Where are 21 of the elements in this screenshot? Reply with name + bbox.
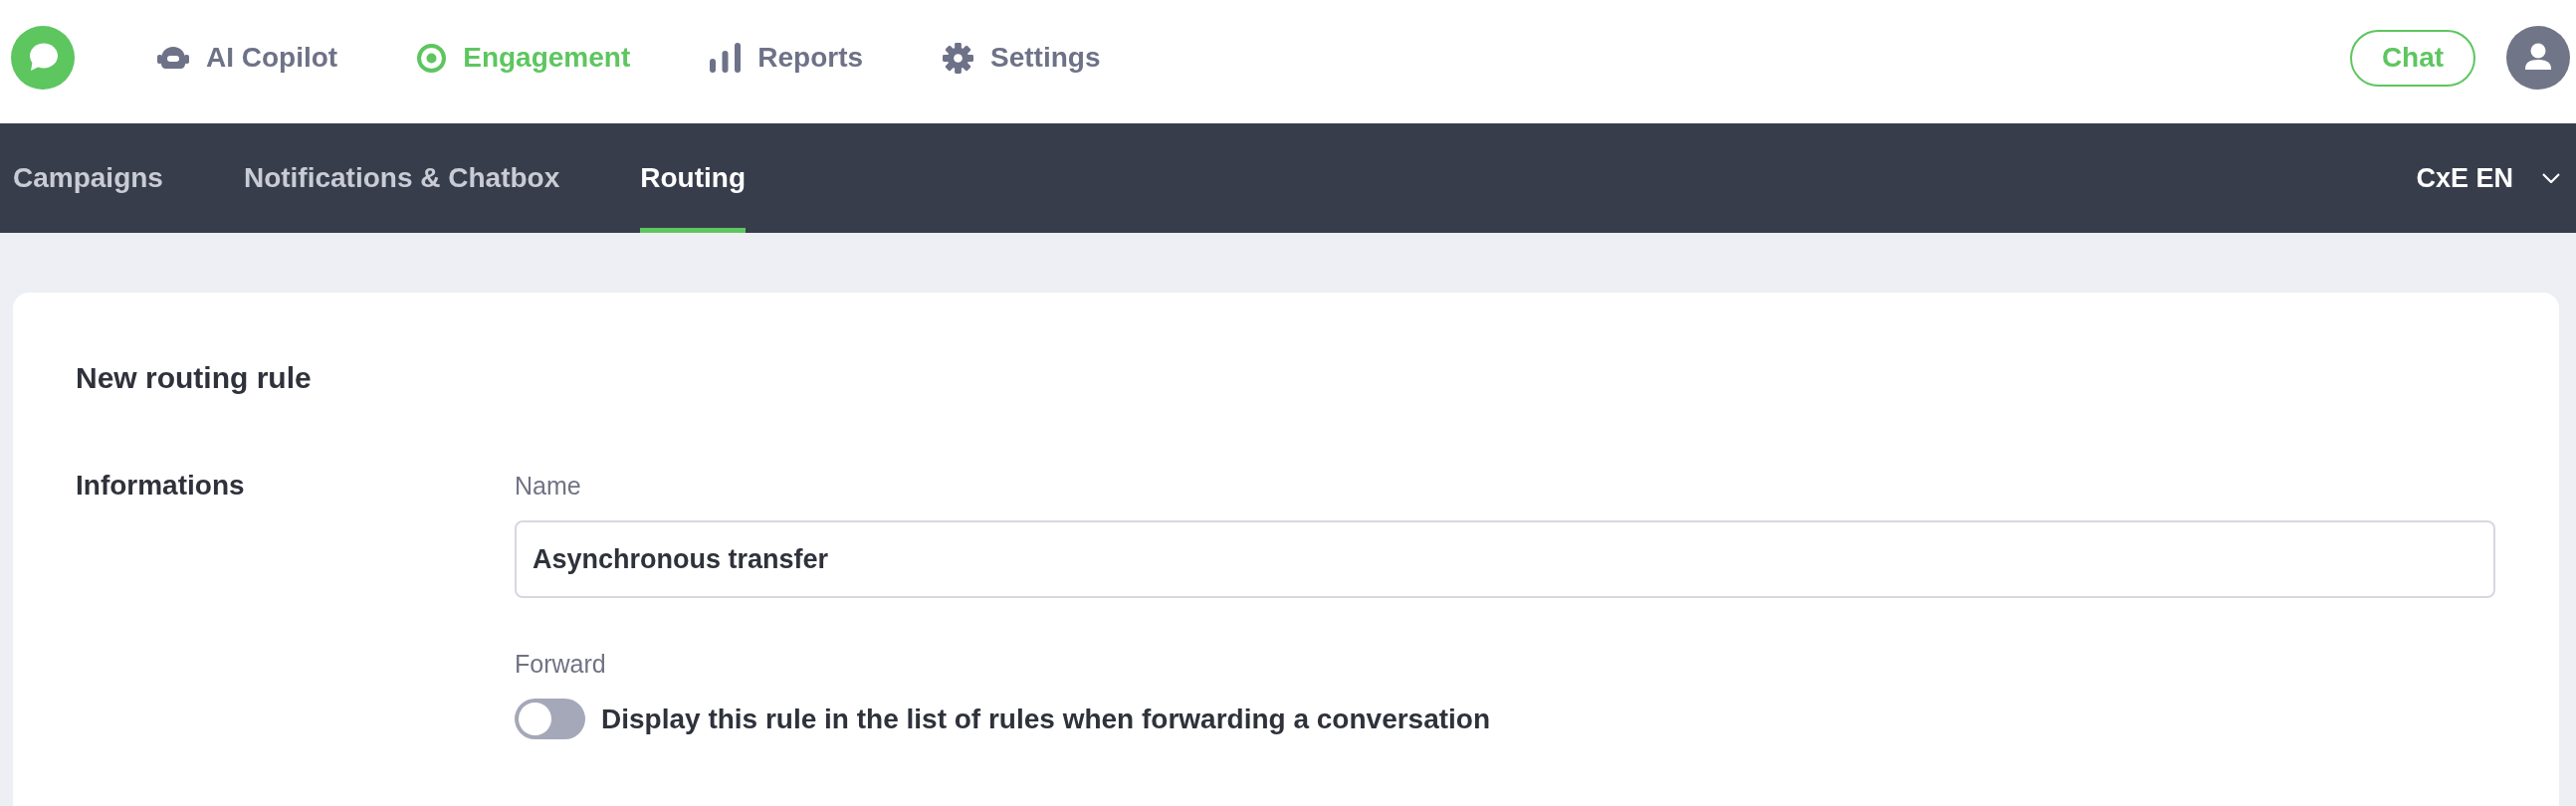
nav-item[interactable]: Settings — [943, 42, 1101, 74]
chevron-down-icon — [2542, 173, 2560, 183]
account-selector[interactable]: CxE EN — [2416, 123, 2560, 233]
toggle-switch[interactable] — [515, 699, 585, 739]
field-label: Forward — [515, 649, 607, 679]
target-icon — [417, 43, 447, 73]
section-title: Informations — [76, 471, 246, 501]
robot-head-icon — [157, 47, 189, 69]
name-input[interactable]: Asynchronous transfer — [515, 520, 2495, 598]
nav-item[interactable]: Reports — [710, 42, 864, 74]
form-title: New routing rule — [76, 360, 313, 396]
sub-nav-tab[interactable]: Notifications & Chatbox — [243, 123, 560, 233]
settings-icon — [943, 42, 974, 74]
nav-item[interactable]: AI Copilot — [157, 42, 338, 74]
bar-chart-icon — [710, 43, 742, 73]
user-avatar-icon[interactable] — [2506, 26, 2570, 90]
logo-icon[interactable] — [11, 26, 75, 90]
toggle-label: Display this rule in the list of rules when forwarding a conversation — [601, 702, 1491, 736]
sub-nav-tab[interactable]: Routing — [640, 123, 747, 233]
field-label: Name — [515, 471, 582, 501]
sub-nav-tab[interactable]: Campaigns — [13, 123, 163, 233]
